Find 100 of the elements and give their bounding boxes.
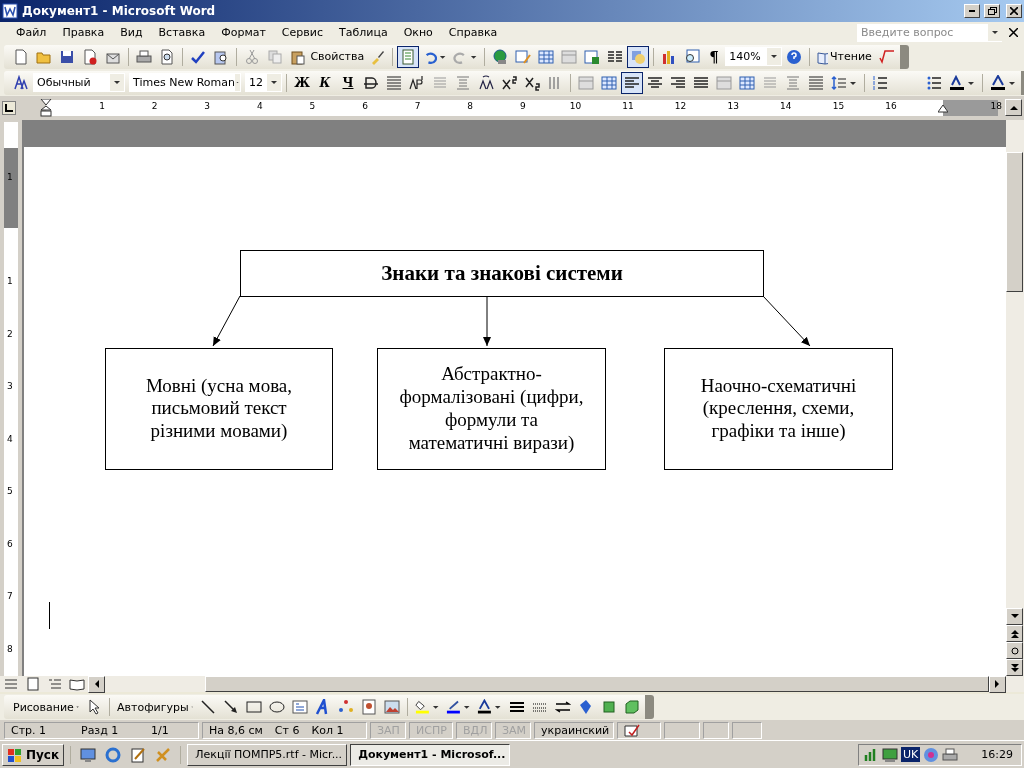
help-search-field[interactable]: Введите вопрос (857, 23, 1002, 42)
toolbar-options-button[interactable] (644, 695, 654, 720)
table-cell-icon[interactable] (561, 48, 578, 65)
dropdown-icon[interactable] (767, 48, 782, 66)
font-color-icon[interactable] (477, 699, 493, 716)
arrow-icon[interactable] (223, 699, 240, 716)
minimize-button[interactable] (964, 4, 980, 18)
drawing-menu-button[interactable]: Рисование (10, 696, 83, 719)
printer-icon[interactable] (942, 746, 959, 763)
magnifier-document-icon[interactable] (684, 48, 701, 65)
tab-selector[interactable] (2, 100, 16, 115)
menu-item[interactable]: Вид (112, 26, 151, 40)
borders-icon[interactable] (386, 74, 402, 91)
strikethrough-icon[interactable] (363, 74, 379, 91)
bold-button[interactable]: Ж (291, 71, 313, 94)
taskbar-button[interactable]: Лекції ПОМПР5.rtf - Micr... (187, 743, 348, 766)
taskbar-button[interactable]: Документ1 - Microsof... (350, 743, 511, 766)
borders-icon[interactable] (808, 74, 824, 91)
superscript-icon[interactable] (501, 74, 517, 91)
desktop-icon[interactable] (80, 746, 97, 763)
dropdown-icon[interactable] (267, 74, 281, 92)
text-box-icon[interactable] (292, 699, 309, 716)
start-button[interactable]: Пуск (2, 743, 65, 766)
browser-icon[interactable] (105, 746, 122, 763)
line-spacing-icon[interactable] (831, 74, 847, 91)
spell-book-icon[interactable] (624, 722, 640, 739)
square-icon[interactable] (600, 699, 617, 716)
spreadsheet-icon[interactable] (584, 48, 601, 65)
menu-item[interactable]: Правка (54, 26, 113, 40)
indent-marker-icon[interactable] (938, 104, 948, 113)
browse-object-button[interactable] (1006, 642, 1023, 660)
menu-item[interactable]: Формат (213, 26, 274, 40)
table-cell-icon[interactable] (716, 74, 732, 91)
picture-icon[interactable] (384, 699, 401, 716)
research-icon[interactable] (212, 48, 229, 65)
columns-icon[interactable] (607, 48, 624, 65)
clip-art-icon[interactable] (361, 699, 378, 716)
bulleted-list-icon[interactable] (926, 74, 942, 91)
reading-view-icon[interactable] (69, 676, 85, 693)
styles-icon[interactable] (13, 74, 29, 91)
monitor-icon[interactable] (882, 746, 899, 763)
word-logo-icon[interactable] (2, 3, 18, 19)
line-icon[interactable] (200, 699, 217, 716)
numbered-list-icon[interactable] (872, 74, 888, 91)
shadow-icon[interactable] (577, 699, 594, 716)
keyboard-language[interactable]: UK (901, 747, 921, 762)
superscript-letters-icon[interactable] (409, 74, 425, 91)
scrollbar-thumb[interactable] (1006, 151, 1023, 292)
globe-link-icon[interactable] (492, 48, 509, 65)
printer-icon[interactable] (135, 48, 152, 65)
scroll-down-button[interactable] (1006, 608, 1023, 626)
toolbar-options-button[interactable] (899, 44, 909, 69)
help-icon[interactable] (786, 48, 803, 65)
previous-page-button[interactable] (1006, 625, 1023, 643)
oval-icon[interactable] (269, 699, 286, 716)
close-button[interactable] (1006, 4, 1022, 18)
menu-item[interactable]: Сервис (273, 26, 331, 40)
properties-button[interactable]: Свойства (309, 45, 365, 68)
print-layout-icon[interactable] (25, 676, 41, 693)
menu-item[interactable]: Окно (395, 26, 441, 40)
document-permission-icon[interactable] (82, 48, 98, 65)
fill-color-icon[interactable] (415, 699, 430, 716)
paste-icon[interactable] (289, 48, 306, 65)
dropdown-icon[interactable] (988, 24, 1002, 42)
save-icon[interactable] (59, 48, 75, 65)
root-formula-icon[interactable] (878, 48, 895, 65)
letter-spacing-icon[interactable] (478, 74, 494, 91)
italic-button[interactable]: К (314, 71, 336, 94)
rectangle-icon[interactable] (246, 699, 263, 716)
document-view-button[interactable] (396, 45, 419, 68)
new-document-icon[interactable] (13, 48, 29, 65)
menu-item[interactable]: Файл (8, 26, 55, 40)
line-color-icon[interactable] (446, 699, 462, 716)
table-icon[interactable] (601, 74, 617, 91)
table-cell-icon[interactable] (578, 74, 594, 91)
table-icon[interactable] (739, 74, 755, 91)
dropdown-icon[interactable] (110, 74, 124, 92)
scrollbar-thumb[interactable] (205, 676, 989, 693)
scroll-up-button[interactable] (1005, 99, 1022, 117)
notepad-icon[interactable] (130, 746, 147, 763)
menu-item[interactable]: Таблица (330, 26, 396, 40)
restore-button[interactable] (984, 4, 1000, 18)
font-color-icon[interactable] (990, 74, 1006, 91)
show-formatting-button[interactable]: ¶ (704, 45, 725, 68)
underline-button[interactable]: Ч (337, 71, 359, 94)
drawing-toggle-button[interactable] (627, 45, 650, 68)
cube-icon[interactable] (623, 699, 640, 716)
menu-item[interactable]: Справка (440, 26, 506, 40)
indent-marker-icon[interactable] (40, 98, 52, 117)
font-size-combo[interactable]: 12 (245, 73, 282, 93)
compass-icon[interactable] (923, 746, 940, 763)
table-icon[interactable] (538, 48, 555, 65)
reading-button[interactable]: Чтение (814, 45, 875, 68)
zoom-combo[interactable]: 140% (725, 47, 783, 67)
autoshapes-menu-button[interactable]: Автофигуры (114, 696, 197, 719)
table-pencil-icon[interactable] (515, 48, 532, 65)
align-button[interactable] (621, 71, 643, 94)
menu-item[interactable]: Вставка (150, 26, 214, 40)
style-combo[interactable]: Обычный (33, 73, 125, 93)
next-page-button[interactable] (1006, 659, 1023, 677)
